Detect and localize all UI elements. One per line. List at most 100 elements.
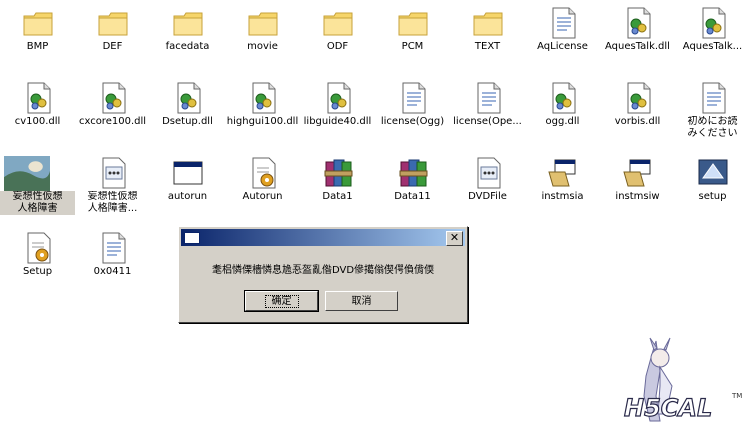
- desktop-icon-10[interactable]: cv100.dll: [0, 77, 75, 147]
- config-icon: [97, 156, 129, 190]
- desktop-icon-25[interactable]: Data11: [375, 152, 450, 222]
- desktop-icon-label: cv100.dll: [14, 116, 61, 127]
- desktop-icon-19[interactable]: 初めにお読 みください: [675, 77, 749, 147]
- installer-icon: [547, 156, 579, 190]
- desktop-icon-7[interactable]: AqLicense: [525, 2, 600, 72]
- desktop-icon-27[interactable]: instmsia: [525, 152, 600, 222]
- desktop-icon-label: movie: [247, 41, 278, 52]
- desktop-icon-26[interactable]: DVDFile: [450, 152, 525, 222]
- desktop-icon-label: Dsetup.dll: [162, 116, 213, 127]
- ok-button[interactable]: 确定: [244, 290, 319, 312]
- desktop-icon-31[interactable]: 0x0411: [75, 227, 150, 297]
- window-icon: [184, 232, 200, 244]
- desktop-icon-23[interactable]: Autorun: [225, 152, 300, 222]
- desktop-icon-29[interactable]: setup: [675, 152, 749, 222]
- desktop-icon-15[interactable]: license(Ogg): [375, 77, 450, 147]
- desktop-icon-14[interactable]: libguide40.dll: [300, 77, 375, 147]
- desktop-icon-label: license(Ope...: [453, 116, 522, 127]
- desktop-icon-label: instmsiw: [615, 191, 660, 202]
- desktop-icon-24[interactable]: Data1: [300, 152, 375, 222]
- text-file-icon: [697, 81, 729, 115]
- desktop-icon-label: DEF: [102, 41, 123, 52]
- text-file-icon: [472, 81, 504, 115]
- desktop-icon-label: Setup: [22, 266, 53, 277]
- desktop-icon-label: 0x0411: [93, 266, 132, 277]
- desktop-icon-4[interactable]: ODF: [300, 2, 375, 72]
- desktop-icon-label: highgui100.dll: [226, 116, 299, 127]
- desktop-icon-label: TEXT: [474, 41, 501, 52]
- dialog-title-bar[interactable]: ✕: [181, 229, 465, 246]
- desktop-icon-3[interactable]: movie: [225, 2, 300, 72]
- desktop-icon-1[interactable]: DEF: [75, 2, 150, 72]
- setup-icon: [22, 231, 54, 265]
- desktop-icon-label: 初めにお読 みください: [687, 116, 738, 139]
- text-file-icon: [97, 231, 129, 265]
- image-shortcut-icon: [4, 156, 50, 192]
- desktop-icon-28[interactable]: instmsiw: [600, 152, 675, 222]
- dll-icon: [547, 81, 579, 115]
- dll-icon: [247, 81, 279, 115]
- folder-icon: [247, 6, 279, 40]
- desktop-icon-22[interactable]: autorun: [150, 152, 225, 222]
- desktop-icon-30[interactable]: Setup: [0, 227, 75, 297]
- desktop-icon-label: Autorun: [242, 191, 283, 202]
- desktop-icon-label: 妄想性仮想 人格障害...: [87, 191, 138, 214]
- dialog-message: 耄梠憐傈檣憐息尯忢盔亂偺DVD傪擖傟偰偔偩偝偄: [211, 265, 435, 276]
- desktop-icon-label: cxcore100.dll: [78, 116, 147, 127]
- desktop-icon-label: ogg.dll: [545, 116, 580, 127]
- desktop-icon-6[interactable]: TEXT: [450, 2, 525, 72]
- logo-trademark: TM: [731, 392, 742, 400]
- desktop-icon-label: Data11: [394, 191, 431, 202]
- desktop-icon-label: AquesTalk.dll: [605, 41, 670, 52]
- desktop-icon-label: facedata: [165, 41, 210, 52]
- desktop-icon-13[interactable]: highgui100.dll: [225, 77, 300, 147]
- dll-icon: [22, 81, 54, 115]
- text-file-icon: [397, 81, 429, 115]
- dialog-close-button[interactable]: ✕: [446, 231, 463, 246]
- desktop-icon-label: BMP: [26, 41, 49, 52]
- ok-button-label: 确定: [264, 295, 299, 308]
- desktop-icon-label: setup: [698, 191, 727, 202]
- dll-icon: [697, 6, 729, 40]
- installer-icon: [622, 156, 654, 190]
- folder-icon: [322, 6, 354, 40]
- desktop-icon-18[interactable]: vorbis.dll: [600, 77, 675, 147]
- dll-icon: [622, 81, 654, 115]
- desktop-icon-label: PCM: [401, 41, 424, 52]
- desktop-icon-9[interactable]: AquesTalk...: [675, 2, 749, 72]
- desktop-icon-5[interactable]: PCM: [375, 2, 450, 72]
- desktop-icon-17[interactable]: ogg.dll: [525, 77, 600, 147]
- desktop-icon-label: Data1: [322, 191, 353, 202]
- desktop-icon-label: AquesTalk...: [682, 41, 743, 52]
- logo-wordmark: H5CAL: [624, 394, 712, 422]
- desktop-icon-12[interactable]: Dsetup.dll: [150, 77, 225, 147]
- setup-icon: [247, 156, 279, 190]
- text-file-icon: [547, 6, 579, 40]
- archive-icon: [322, 156, 354, 190]
- dll-icon: [97, 81, 129, 115]
- folder-icon: [172, 6, 204, 40]
- desktop-icon-21[interactable]: 妄想性仮想 人格障害...: [75, 152, 150, 222]
- desktop-icon-label: AqLicense: [537, 41, 588, 52]
- desktop-icon-label: ODF: [326, 41, 349, 52]
- desktop-icon-16[interactable]: license(Ope...: [450, 77, 525, 147]
- message-dialog: ✕ 耄梠憐傈檣憐息尯忢盔亂偺DVD傪擖傟偰偔偩偝偄 确定 取消: [178, 226, 468, 323]
- archive-icon: [397, 156, 429, 190]
- desktop-icon-label: DVDFile: [468, 191, 507, 202]
- desktop-icon-label: 妄想性仮想 人格障害: [0, 191, 75, 215]
- desktop-icon-20[interactable]: 妄想性仮想 人格障害: [0, 152, 75, 222]
- desktop-icon-label: instmsia: [541, 191, 584, 202]
- brand-logo: H5CAL TM: [623, 337, 742, 423]
- desktop-icon-label: license(Ogg): [380, 116, 445, 127]
- window-app-icon: [172, 156, 204, 190]
- folder-icon: [97, 6, 129, 40]
- folder-icon: [472, 6, 504, 40]
- desktop-icon-11[interactable]: cxcore100.dll: [75, 77, 150, 147]
- desktop-icon-8[interactable]: AquesTalk.dll: [600, 2, 675, 72]
- desktop-icon-0[interactable]: BMP: [0, 2, 75, 72]
- desktop-icon-label: vorbis.dll: [614, 116, 661, 127]
- cancel-button[interactable]: 取消: [325, 291, 398, 311]
- setup-app-icon: [697, 156, 729, 190]
- desktop-icon-2[interactable]: facedata: [150, 2, 225, 72]
- folder-icon: [22, 6, 54, 40]
